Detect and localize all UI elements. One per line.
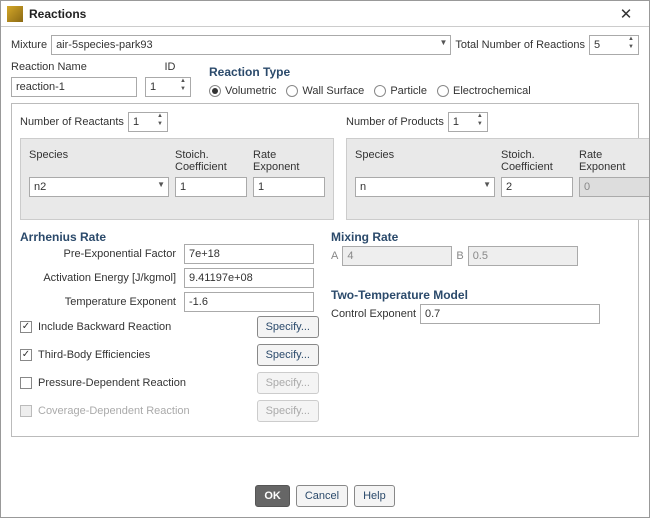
mixture-combo[interactable] bbox=[51, 35, 451, 55]
products-rate-header: Rate Exponent bbox=[579, 149, 649, 173]
specify-coverage-button: Specify... bbox=[257, 400, 319, 422]
ok-button[interactable]: OK bbox=[255, 485, 290, 507]
reactant-species-combo[interactable] bbox=[29, 177, 169, 197]
cancel-button[interactable]: Cancel bbox=[296, 485, 348, 507]
temp-exponent-input[interactable] bbox=[184, 292, 314, 312]
mixing-a-label: A bbox=[331, 250, 338, 262]
product-species-combo[interactable] bbox=[355, 177, 495, 197]
reaction-name-label: Reaction Name bbox=[11, 61, 141, 73]
spin-down-icon[interactable]: ▼ bbox=[177, 86, 189, 94]
app-icon bbox=[7, 6, 23, 22]
radio-particle[interactable]: Particle bbox=[374, 85, 427, 97]
product-stoich-input[interactable] bbox=[501, 177, 573, 197]
activation-energy-label: Activation Energy [J/kgmol] bbox=[20, 272, 180, 284]
products-stoich-header: Stoich. Coefficient bbox=[501, 149, 573, 173]
check-pressure-dependent[interactable]: Pressure-Dependent Reaction Specify... bbox=[20, 372, 319, 394]
check-backward-reaction[interactable]: ✓Include Backward Reaction Specify... bbox=[20, 316, 319, 338]
num-reactants-label: Number of Reactants bbox=[20, 116, 124, 128]
reactant-rate-input[interactable] bbox=[253, 177, 325, 197]
mixing-rate-title: Mixing Rate bbox=[331, 230, 630, 244]
mixing-a-input bbox=[342, 246, 452, 266]
specify-backward-button[interactable]: Specify... bbox=[257, 316, 319, 338]
radio-volumetric[interactable]: Volumetric bbox=[209, 85, 276, 97]
products-species-header: Species bbox=[355, 149, 495, 173]
help-button[interactable]: Help bbox=[354, 485, 395, 507]
reactants-panel: Species Stoich. Coefficient Rate Exponen… bbox=[20, 138, 334, 220]
titlebar: Reactions ✕ bbox=[1, 1, 649, 27]
control-exponent-label: Control Exponent bbox=[331, 308, 416, 320]
mixing-b-input bbox=[468, 246, 578, 266]
pre-exp-input[interactable] bbox=[184, 244, 314, 264]
arrhenius-title: Arrhenius Rate bbox=[20, 230, 319, 244]
reactants-rate-header: Rate Exponent bbox=[253, 149, 325, 173]
radio-wall-surface[interactable]: Wall Surface bbox=[286, 85, 364, 97]
check-third-body[interactable]: ✓Third-Body Efficiencies Specify... bbox=[20, 344, 319, 366]
product-rate-input bbox=[579, 177, 649, 197]
reactants-species-header: Species bbox=[29, 149, 169, 173]
two-temp-title: Two-Temperature Model bbox=[331, 288, 630, 302]
temp-exponent-label: Temperature Exponent bbox=[20, 296, 180, 308]
radio-electrochemical[interactable]: Electrochemical bbox=[437, 85, 531, 97]
total-reactions-label: Total Number of Reactions bbox=[455, 39, 585, 51]
reaction-type-label: Reaction Type bbox=[209, 65, 639, 79]
pre-exp-label: Pre-Exponential Factor bbox=[20, 248, 180, 260]
check-coverage-dependent: Coverage-Dependent Reaction Specify... bbox=[20, 400, 319, 422]
specify-thirdbody-button[interactable]: Specify... bbox=[257, 344, 319, 366]
id-label: ID bbox=[145, 61, 195, 73]
dialog-footer: OK Cancel Help bbox=[1, 477, 649, 517]
window-title: Reactions bbox=[29, 7, 609, 21]
control-exponent-input[interactable] bbox=[420, 304, 600, 324]
spin-up-icon[interactable]: ▲ bbox=[625, 36, 637, 44]
spin-up-icon[interactable]: ▲ bbox=[177, 78, 189, 86]
mixing-b-label: B bbox=[456, 250, 463, 262]
mixture-label: Mixture bbox=[11, 39, 47, 51]
products-panel: Species Stoich. Coefficient Rate Exponen… bbox=[346, 138, 649, 220]
reactions-dialog: Reactions ✕ Mixture ▼ Total Number of Re… bbox=[0, 0, 650, 518]
spin-down-icon[interactable]: ▼ bbox=[625, 44, 637, 52]
activation-energy-input[interactable] bbox=[184, 268, 314, 288]
close-icon[interactable]: ✕ bbox=[609, 5, 643, 23]
specify-pressure-button: Specify... bbox=[257, 372, 319, 394]
reactants-stoich-header: Stoich. Coefficient bbox=[175, 149, 247, 173]
reaction-name-input[interactable] bbox=[11, 77, 137, 97]
num-products-label: Number of Products bbox=[346, 116, 444, 128]
reactant-stoich-input[interactable] bbox=[175, 177, 247, 197]
